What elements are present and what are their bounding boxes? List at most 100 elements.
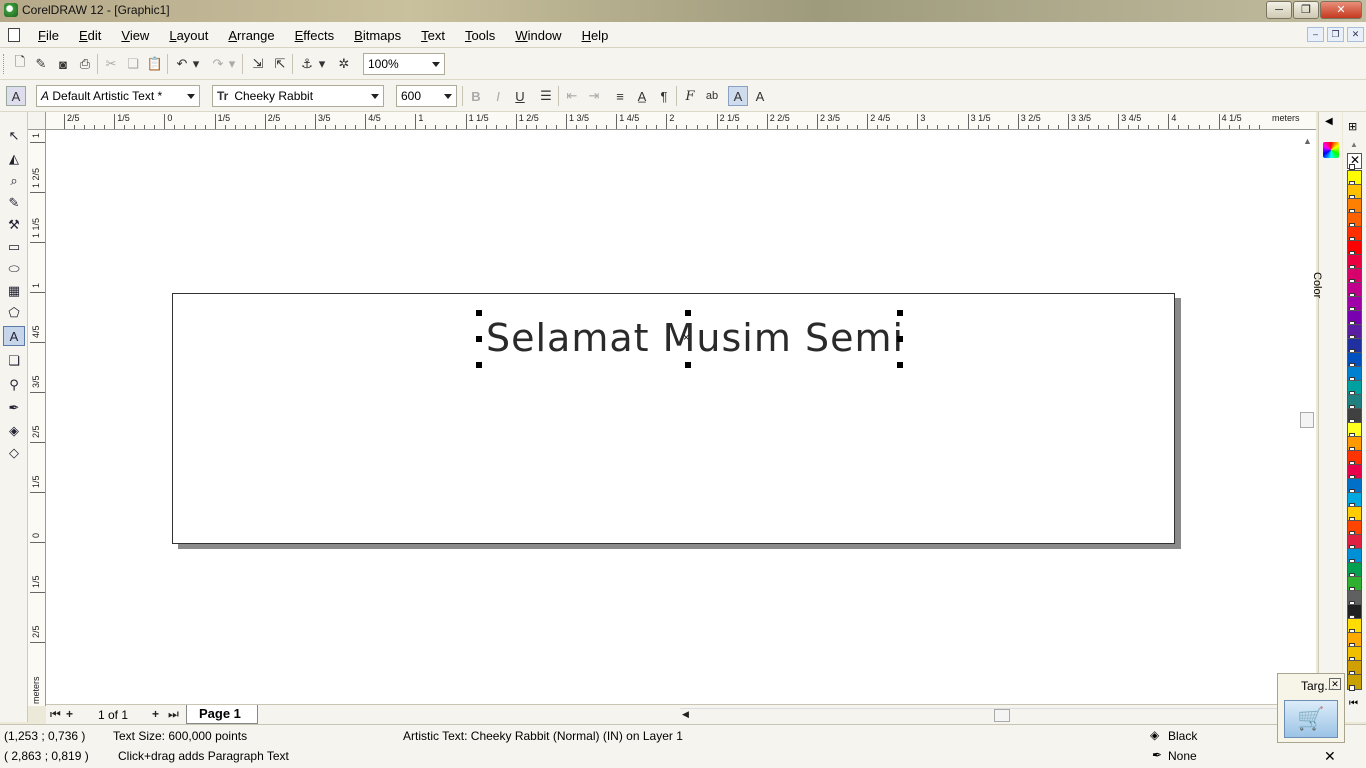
selection-handle-mr[interactable] xyxy=(897,336,903,342)
zoom-levels-combo[interactable]: 100% xyxy=(363,53,445,75)
selection-handle-tr[interactable] xyxy=(897,310,903,316)
artistic-text-object[interactable]: Selamat Musim Semi xyxy=(486,316,904,360)
doc-close-button[interactable]: ✕ xyxy=(1347,27,1364,42)
bullets-icon[interactable]: ≡ xyxy=(610,86,630,106)
menu-view[interactable]: View xyxy=(111,28,159,43)
cut-icon[interactable]: ✂ xyxy=(101,54,121,74)
menu-tools[interactable]: Tools xyxy=(455,28,505,43)
open-icon[interactable]: ✎ xyxy=(31,54,51,74)
interactive-fill-tool-icon[interactable]: ◇ xyxy=(3,443,25,463)
palette-expand-icon[interactable]: ⏮ xyxy=(1349,698,1358,709)
maximize-button[interactable]: ❐ xyxy=(1293,1,1319,19)
menu-edit[interactable]: Edit xyxy=(69,28,111,43)
horizontal-alignment-icon[interactable]: ☰ xyxy=(536,86,556,106)
pick-tool-icon[interactable]: ↖ xyxy=(3,126,25,146)
font-size-dropdown-icon[interactable] xyxy=(444,94,452,99)
docker-collapse-icon[interactable]: ◀ xyxy=(1325,116,1333,127)
close-button[interactable]: ✕ xyxy=(1320,1,1362,19)
export-icon[interactable]: ⇱ xyxy=(270,54,290,74)
outline-tool-icon[interactable]: ✒ xyxy=(3,398,25,418)
undo-dropdown-icon[interactable]: ▾ xyxy=(190,54,202,74)
selection-handle-br[interactable] xyxy=(897,362,903,368)
smart-fill-tool-icon[interactable]: ⚒ xyxy=(3,215,25,235)
drop-cap-icon[interactable]: A̲ xyxy=(632,86,652,106)
add-page-before-icon[interactable]: + xyxy=(66,707,73,721)
text-style-icon[interactable]: A xyxy=(6,86,26,106)
zoom-tool-icon[interactable]: ⌕ xyxy=(3,171,25,191)
save-icon[interactable]: ◙ xyxy=(53,54,73,74)
italic-icon[interactable]: I xyxy=(488,86,508,106)
underline-icon[interactable]: U xyxy=(510,86,530,106)
color-docker-tab[interactable]: ◀ Color xyxy=(1311,112,1342,722)
selection-handle-tc[interactable] xyxy=(685,310,691,316)
no-fill-swatch[interactable] xyxy=(1347,153,1362,170)
last-page-icon[interactable]: ⏭ xyxy=(168,707,179,722)
doc-minimize-button[interactable]: – xyxy=(1307,27,1324,42)
palette-menu-icon[interactable]: ⊞ xyxy=(1348,120,1357,133)
selection-handle-ml[interactable] xyxy=(476,336,482,342)
undo-icon[interactable]: ↶ xyxy=(172,54,192,74)
vertical-text-icon[interactable]: A xyxy=(750,86,770,106)
redo-dropdown-icon[interactable]: ▾ xyxy=(226,54,238,74)
vertical-ruler[interactable]: 1 3/5 1 2/5 1 1/5 1 4/5 3/5 2/5 1/5 0 1/5 2/5 meter… xyxy=(28,130,46,706)
tab-page-1[interactable]: Page 1 xyxy=(186,705,258,724)
vertical-scrollbar-thumb[interactable] xyxy=(1300,412,1314,428)
horizontal-scrollbar[interactable] xyxy=(680,708,1316,722)
menu-file[interactable]: File xyxy=(28,28,69,43)
ellipse-tool-icon[interactable]: ⬭ xyxy=(3,259,25,279)
nonprinting-characters-icon[interactable]: ¶ xyxy=(654,86,674,106)
drawing-canvas[interactable]: Selamat Musim Semi × ▲ xyxy=(46,130,1316,706)
copy-icon[interactable]: ❏ xyxy=(123,54,143,74)
launcher-dropdown-icon[interactable]: ▾ xyxy=(316,54,328,74)
new-document-icon[interactable]: 🗋 xyxy=(10,54,30,74)
edit-text-icon[interactable]: ab xyxy=(702,86,722,106)
selection-handle-tl[interactable] xyxy=(476,310,482,316)
graph-paper-tool-icon[interactable]: ▦ xyxy=(3,281,25,301)
menu-effects[interactable]: Effects xyxy=(285,28,345,43)
zoom-dropdown-arrow-icon[interactable] xyxy=(432,62,440,67)
rectangle-tool-icon[interactable]: ▭ xyxy=(3,237,25,257)
fill-color-value[interactable]: Black xyxy=(1168,729,1197,743)
menu-window[interactable]: Window xyxy=(505,28,571,43)
font-list-combo[interactable]: Tr Cheeky Rabbit xyxy=(212,85,384,107)
selection-handle-bl[interactable] xyxy=(476,362,482,368)
document-icon[interactable] xyxy=(8,28,20,42)
shopping-cart-icon[interactable]: 🛒 xyxy=(1284,700,1338,738)
basic-shapes-tool-icon[interactable]: ⬠ xyxy=(3,303,25,323)
application-launcher-icon[interactable]: ⚓ xyxy=(297,54,317,74)
target-close-icon[interactable]: ✕ xyxy=(1329,678,1341,690)
font-size-combo[interactable]: 600 xyxy=(396,85,457,107)
text-style-combo[interactable]: A Default Artistic Text * xyxy=(36,85,200,107)
coreldraw-app-icon[interactable] xyxy=(4,3,18,17)
bold-icon[interactable]: B xyxy=(466,86,486,106)
ruler-origin[interactable] xyxy=(28,112,46,130)
resize-grip-icon[interactable]: ✕ xyxy=(1324,748,1336,765)
add-page-after-icon[interactable]: + xyxy=(152,707,159,721)
format-text-icon[interactable]: F xyxy=(680,86,700,106)
menu-bitmaps[interactable]: Bitmaps xyxy=(344,28,411,43)
decrease-indent-icon[interactable]: ⇤ xyxy=(562,86,582,106)
first-page-icon[interactable]: ⏮ xyxy=(50,707,61,722)
import-icon[interactable]: ⇲ xyxy=(248,54,268,74)
menu-layout[interactable]: Layout xyxy=(159,28,218,43)
menu-arrange[interactable]: Arrange xyxy=(218,28,284,43)
palette-scroll-up-icon[interactable]: ▲ xyxy=(1350,140,1358,149)
color-swatch[interactable] xyxy=(1347,674,1362,691)
fill-tool-icon[interactable]: ◈ xyxy=(3,421,25,441)
freehand-tool-icon[interactable]: ✎ xyxy=(3,193,25,213)
shape-tool-icon[interactable]: ◭ xyxy=(3,149,25,169)
horizontal-text-icon[interactable]: A xyxy=(728,86,748,106)
menu-help[interactable]: Help xyxy=(572,28,619,43)
text-style-dropdown-icon[interactable] xyxy=(187,94,195,99)
paste-icon[interactable]: 📋 xyxy=(145,54,165,74)
redo-icon[interactable]: ↷ xyxy=(208,54,228,74)
selection-handle-bc[interactable] xyxy=(685,362,691,368)
text-tool-icon[interactable]: A xyxy=(3,326,25,346)
menu-text[interactable]: Text xyxy=(411,28,455,43)
outline-color-value[interactable]: None xyxy=(1168,749,1197,763)
scroll-up-arrow-icon[interactable]: ▲ xyxy=(1303,136,1312,146)
eyedropper-tool-icon[interactable]: ⚲ xyxy=(3,375,25,395)
doc-restore-button[interactable]: ❐ xyxy=(1327,27,1344,42)
horizontal-scrollbar-thumb[interactable] xyxy=(994,709,1010,722)
target-docker[interactable]: Targ... ✕ 🛒 xyxy=(1277,673,1345,743)
